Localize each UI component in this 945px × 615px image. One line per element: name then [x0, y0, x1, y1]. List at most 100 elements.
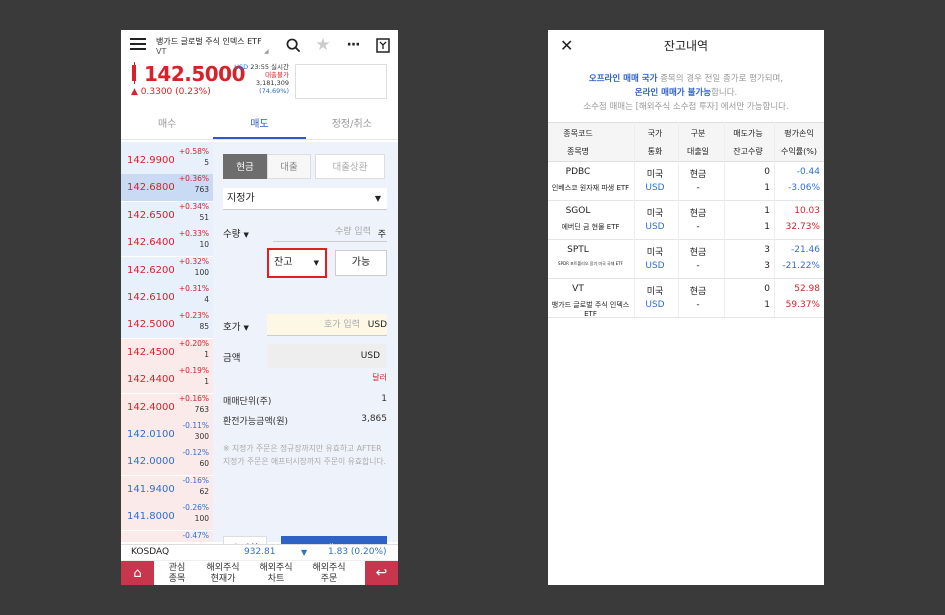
order-book-row[interactable]: 141.8000 -0.26% 100	[121, 503, 213, 531]
table-cell: 현금	[689, 287, 707, 297]
nav-item-quote[interactable]: 해외주식 현재가	[203, 563, 243, 585]
cash-option[interactable]: 현금	[223, 154, 267, 179]
tab-sell[interactable]: 매도	[213, 110, 306, 139]
column-divider	[634, 122, 635, 317]
nav-item-chart[interactable]: 해외주식 차트	[256, 563, 296, 585]
nav-item-order[interactable]: 해외주식 주문	[309, 563, 349, 585]
book-pct: +0.34%	[178, 201, 209, 211]
column-divider	[678, 122, 679, 317]
order-book-row[interactable]: 142.4500 +0.20% 1	[121, 338, 213, 366]
table-cell: 52.98	[794, 284, 820, 294]
top-bar: 뱅가드 글로벌 주식 인덱스 ETF VT ◢ ★ ···	[121, 30, 398, 60]
tab-modify-cancel[interactable]: 정정/취소	[306, 110, 398, 139]
back-icon[interactable]: ↩	[365, 561, 398, 585]
order-book-row[interactable]: 142.4000 +0.16% 763	[121, 393, 213, 421]
order-book-row[interactable]: 142.6400 +0.33% 10	[121, 229, 213, 257]
table-header: 종목코드 국가 구분 매도가능 평가손익 종목명 통화 대출일 잔고수량 수익률(%)	[548, 122, 824, 162]
book-qty: 51	[199, 212, 209, 222]
more-icon[interactable]: ···	[338, 34, 368, 56]
table-cell: 현금	[689, 209, 707, 219]
book-price: 141.9400	[127, 483, 175, 495]
balance-select[interactable]: 잔고 ▼	[267, 248, 327, 278]
table-cell: -21.22%	[782, 261, 820, 271]
column-header: 수익률(%)	[781, 147, 817, 156]
book-qty: 1	[204, 349, 209, 359]
balance-screen: 잔고내역 ✕ 오프라인 매매 국가 종목의 경우 전일 종가로 평가되며, 온라…	[548, 30, 824, 585]
price-label[interactable]: 호가 ▼	[223, 319, 249, 333]
table-cell: -	[696, 300, 700, 310]
order-book-row[interactable]: 142.6100 +0.31% 4	[121, 284, 213, 311]
table-cell: 현금	[689, 170, 707, 180]
order-info: 매매단위(주) 1 환전가능금액(원) 3,865	[223, 394, 387, 427]
book-price: 142.6800	[127, 182, 175, 194]
book-price: 142.4400	[127, 374, 175, 386]
table-cell: 32.73%	[785, 222, 820, 232]
search-icon[interactable]	[278, 34, 308, 56]
table-cell: 현금	[689, 248, 707, 258]
table-cell: VT	[572, 284, 584, 294]
order-book-row[interactable]: 141.9400 -0.16% 62	[121, 475, 213, 503]
book-qty: 10	[199, 240, 209, 250]
book-qty: 5	[204, 158, 209, 167]
order-type-select[interactable]: 지정가 ▼	[223, 188, 387, 210]
page-title: 잔고내역	[663, 39, 709, 53]
quote-info: USD 23:55 실시간 대출불가 3,181,309 (74.69%)	[234, 63, 289, 95]
book-price: 142.9900	[127, 155, 175, 166]
amount-field: USD	[267, 344, 387, 368]
order-book-row[interactable]: 142.6500 +0.34% 51	[121, 201, 213, 229]
table-cell: -	[696, 261, 700, 271]
loan-repay-option[interactable]: 대출상환	[315, 154, 385, 179]
book-qty: 60	[199, 459, 209, 469]
order-book-row[interactable]: 142.5000 +0.23% 85	[121, 311, 213, 339]
qty-label[interactable]: 수량 ▼	[223, 226, 249, 240]
table-cell: 3	[764, 261, 770, 271]
star-icon[interactable]: ★	[308, 34, 338, 56]
close-icon[interactable]: ✕	[560, 36, 573, 55]
tab-buy[interactable]: 매수	[121, 110, 213, 139]
qty-input[interactable]: 수량 입력	[273, 222, 387, 242]
resize-icon: ◢	[264, 48, 269, 55]
order-screen: 뱅가드 글로벌 주식 인덱스 ETF VT ◢ ★ ··· 142.5000 ▲…	[121, 30, 398, 585]
table-row[interactable]: SPTL SPDR 포트폴리오 장기 미국 국채 ETF 미국 USD 현금 -3 3 -21…	[548, 240, 824, 279]
table-cell: 3	[764, 245, 770, 255]
table-cell: 10.03	[794, 206, 820, 216]
order-book-row[interactable]: 142.4400 +0.19% 1	[121, 366, 213, 394]
nav-item-watchlist[interactable]: 관심 종목	[164, 563, 190, 585]
table-row[interactable]: VT 뱅가드 글로벌 주식 인덱스 ETF 미국 USD 현금 -0 1 52.98 59.37…	[548, 279, 824, 318]
table-cell: -	[696, 183, 700, 193]
notice: 오프라인 매매 국가 종목의 경우 전일 종가로 평가되며, 온라인 매매가 불…	[583, 74, 789, 112]
book-pct: +0.31%	[178, 284, 209, 293]
home-icon[interactable]: ⌂	[121, 561, 154, 585]
order-book-row[interactable]: 142.0000 -0.12% 60	[121, 448, 213, 476]
column-header: 종목코드	[563, 129, 593, 138]
order-book-row[interactable]: 142.9900 +0.58% 5	[121, 147, 213, 174]
book-price: 142.0000	[127, 456, 175, 468]
book-pct: +0.20%	[178, 338, 209, 348]
available-button[interactable]: 가능	[335, 250, 387, 276]
order-book-row[interactable]: 142.6800 +0.36% 763	[121, 174, 213, 202]
book-price: 142.6100	[127, 292, 175, 303]
candle-body	[132, 65, 136, 81]
book-qty: 4	[204, 295, 209, 304]
order-book: 1 142.9900+0.58%5142.6800+0.36%763142.65…	[121, 142, 213, 542]
order-book-row[interactable]: 142.6200 +0.32% 100	[121, 256, 213, 284]
book-price: 142.4500	[127, 346, 175, 358]
table-cell: 인베스코 원자재 파생 ETF	[551, 184, 630, 192]
down-arrow-icon: ▼	[301, 548, 308, 557]
table-row[interactable]: PDBC 인베스코 원자재 파생 ETF 미국 USD 현금 -0 1 -0.44 -3.06%	[548, 162, 824, 201]
order-book-row[interactable]: 142.0100 -0.11% 300	[121, 421, 213, 448]
table-cell: -3.06%	[788, 183, 820, 193]
loan-option[interactable]: 대출	[267, 154, 311, 179]
amount-label: 금액	[223, 353, 241, 364]
bookmark-icon[interactable]	[368, 34, 398, 56]
menu-icon[interactable]	[130, 38, 146, 50]
order-book-row: -0.47%	[121, 530, 213, 542]
market-ticker[interactable]: KOSDAQ 932.81 ▼ 1.83 (0.20%)	[121, 544, 398, 560]
table-cell: 0	[764, 167, 770, 177]
stock-name[interactable]: 뱅가드 글로벌 주식 인덱스 ETF	[156, 36, 262, 47]
current-price: 142.5000	[144, 62, 246, 86]
dollar-label: 달러	[372, 373, 387, 382]
table-row[interactable]: SGOL 에버딘 금 현물 ETF 미국 USD 현금 -1 1 10.03 32.73%	[548, 201, 824, 240]
column-header: 평가손익	[784, 129, 814, 138]
order-tabs: 매수 매도 정정/취소	[121, 110, 398, 140]
